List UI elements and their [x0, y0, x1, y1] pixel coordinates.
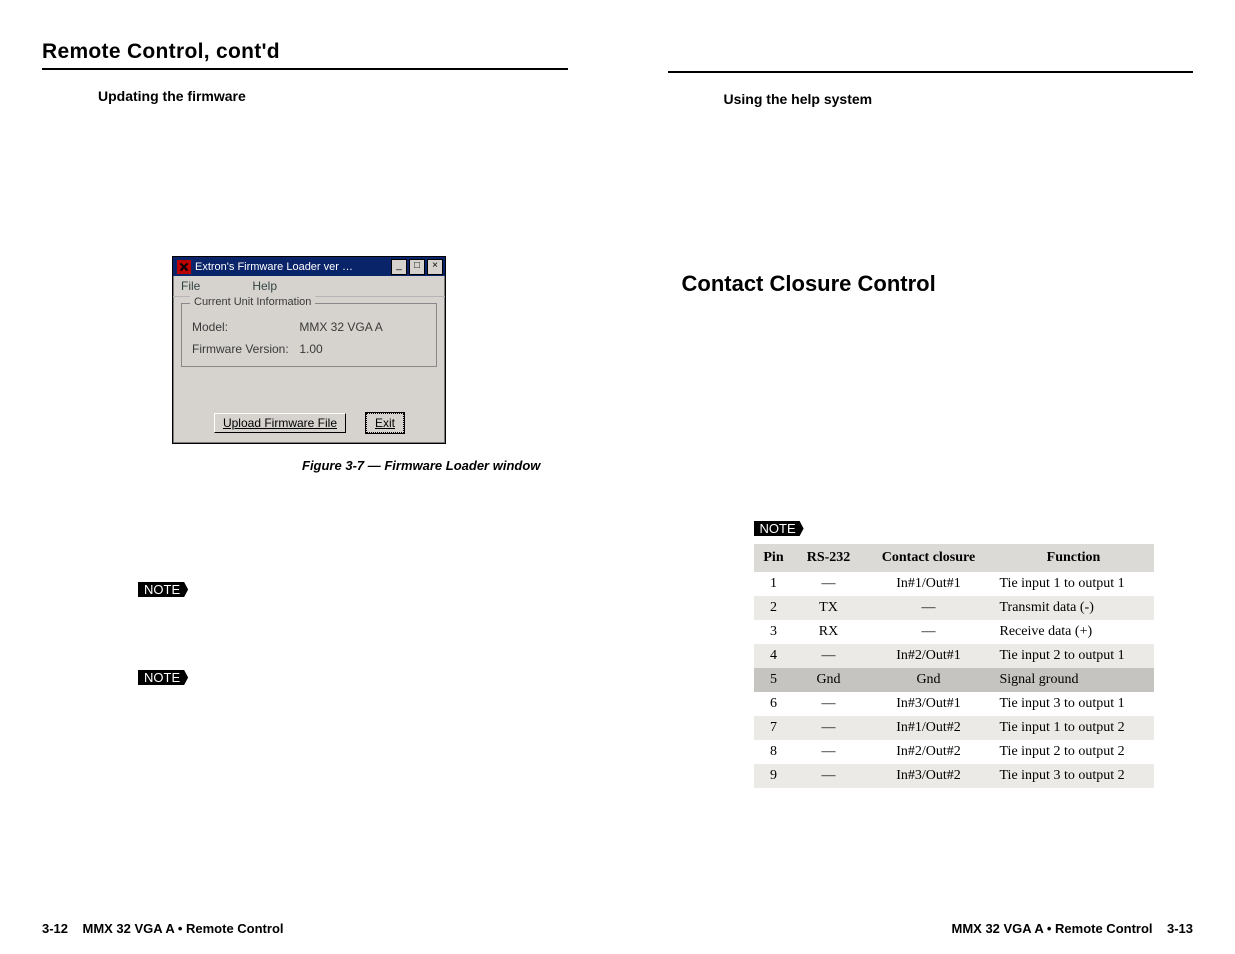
table-row: 6—In#3/Out#1Tie input 3 to output 1 — [754, 692, 1154, 716]
table-row: 4—In#2/Out#1Tie input 2 to output 1 — [754, 644, 1154, 668]
pin-table: Pin RS-232 Contact closure Function 1—In… — [754, 544, 1154, 788]
table-row: 7—In#1/Out#2Tie input 1 to output 2 — [754, 716, 1154, 740]
cell-fn: Tie input 3 to output 2 — [994, 764, 1154, 788]
cell-cc: Gnd — [864, 668, 994, 692]
table-row: 3RX—Receive data (+) — [754, 620, 1154, 644]
cell-cc: In#1/Out#1 — [864, 572, 994, 596]
firmware-window-figure: Extron's Firmware Loader ver … _ □ × Fil… — [172, 256, 568, 473]
table-row: 8—In#2/Out#2Tie input 2 to output 2 — [754, 740, 1154, 764]
app-icon — [177, 260, 191, 274]
cell-cc: In#1/Out#2 — [864, 716, 994, 740]
note-badge: NOTE — [138, 582, 188, 597]
note-badge: NOTE — [754, 521, 804, 536]
cell-rs232: — — [794, 572, 864, 596]
th-pin: Pin — [754, 544, 794, 572]
cell-fn: Signal ground — [994, 668, 1154, 692]
model-row: Model: MMX 32 VGA A — [192, 320, 426, 334]
rule — [668, 71, 1194, 73]
footer-left: 3-12 MMX 32 VGA A • Remote Control — [42, 921, 284, 936]
cell-rs232: Gnd — [794, 668, 864, 692]
cell-pin: 7 — [754, 716, 794, 740]
cell-cc: In#3/Out#2 — [864, 764, 994, 788]
cell-fn: Transmit data (-) — [994, 596, 1154, 620]
table-row: 1—In#1/Out#1Tie input 1 to output 1 — [754, 572, 1154, 596]
cell-cc: In#2/Out#2 — [864, 740, 994, 764]
footer-right: MMX 32 VGA A • Remote Control 3-13 — [952, 921, 1194, 936]
cell-rs232: — — [794, 740, 864, 764]
cell-pin: 4 — [754, 644, 794, 668]
right-page: Using the help system Contact Closure Co… — [618, 0, 1235, 954]
th-rs232: RS-232 — [794, 544, 864, 572]
page-number: 3-12 — [42, 921, 68, 936]
cell-fn: Tie input 1 to output 2 — [994, 716, 1154, 740]
close-icon[interactable]: × — [427, 259, 443, 275]
cell-pin: 6 — [754, 692, 794, 716]
model-label: Model: — [192, 320, 296, 334]
cell-rs232: TX — [794, 596, 864, 620]
firmware-row: Firmware Version: 1.00 — [192, 342, 426, 356]
cell-pin: 8 — [754, 740, 794, 764]
th-cc: Contact closure — [864, 544, 994, 572]
model-value: MMX 32 VGA A — [299, 320, 382, 334]
firmware-label: Firmware Version: — [192, 342, 296, 356]
cell-pin: 1 — [754, 572, 794, 596]
cell-fn: Tie input 3 to output 1 — [994, 692, 1154, 716]
footer-text: MMX 32 VGA A • Remote Control — [952, 921, 1153, 936]
cell-rs232: RX — [794, 620, 864, 644]
rule — [42, 68, 568, 70]
menu-file[interactable]: File — [181, 279, 200, 293]
cell-fn: Tie input 2 to output 1 — [994, 644, 1154, 668]
table-row: 5GndGndSignal ground — [754, 668, 1154, 692]
section-title: Remote Control, cont'd — [42, 40, 568, 64]
cell-fn: Tie input 2 to output 2 — [994, 740, 1154, 764]
cell-pin: 3 — [754, 620, 794, 644]
cell-fn: Receive data (+) — [994, 620, 1154, 644]
menu-help[interactable]: Help — [252, 279, 277, 293]
cell-fn: Tie input 1 to output 1 — [994, 572, 1154, 596]
exit-button[interactable]: Exit — [366, 413, 404, 433]
subhead-help: Using the help system — [724, 91, 1194, 107]
firmware-value: 1.00 — [299, 342, 322, 356]
page-number: 3-13 — [1167, 921, 1193, 936]
contact-closure-heading: Contact Closure Control — [682, 271, 1194, 297]
th-fn: Function — [994, 544, 1154, 572]
footer-text: MMX 32 VGA A • Remote Control — [82, 921, 283, 936]
cell-pin: 9 — [754, 764, 794, 788]
figure-caption: Figure 3-7 — Firmware Loader window — [302, 458, 568, 473]
cell-cc: In#3/Out#1 — [864, 692, 994, 716]
cell-rs232: — — [794, 716, 864, 740]
upload-firmware-button[interactable]: Upload Firmware File — [214, 413, 346, 433]
window-titlebar: Extron's Firmware Loader ver … _ □ × — [173, 257, 445, 276]
cell-rs232: — — [794, 692, 864, 716]
unit-info-group: Current Unit Information Model: MMX 32 V… — [181, 303, 437, 367]
cell-rs232: — — [794, 764, 864, 788]
subhead-firmware: Updating the firmware — [98, 88, 568, 104]
cell-pin: 2 — [754, 596, 794, 620]
menu-bar: File Help — [173, 276, 445, 297]
cell-cc: In#2/Out#1 — [864, 644, 994, 668]
firmware-loader-window: Extron's Firmware Loader ver … _ □ × Fil… — [172, 256, 446, 444]
left-page: Remote Control, cont'd Updating the firm… — [0, 0, 618, 954]
cell-cc: — — [864, 596, 994, 620]
cell-rs232: — — [794, 644, 864, 668]
note-badge: NOTE — [138, 670, 188, 685]
cell-pin: 5 — [754, 668, 794, 692]
table-row: 2TX—Transmit data (-) — [754, 596, 1154, 620]
table-row: 9—In#3/Out#2Tie input 3 to output 2 — [754, 764, 1154, 788]
table-header-row: Pin RS-232 Contact closure Function — [754, 544, 1154, 572]
minimize-icon[interactable]: _ — [391, 259, 407, 275]
group-legend: Current Unit Information — [190, 296, 315, 308]
window-title: Extron's Firmware Loader ver … — [195, 261, 353, 273]
cell-cc: — — [864, 620, 994, 644]
maximize-icon[interactable]: □ — [409, 259, 425, 275]
